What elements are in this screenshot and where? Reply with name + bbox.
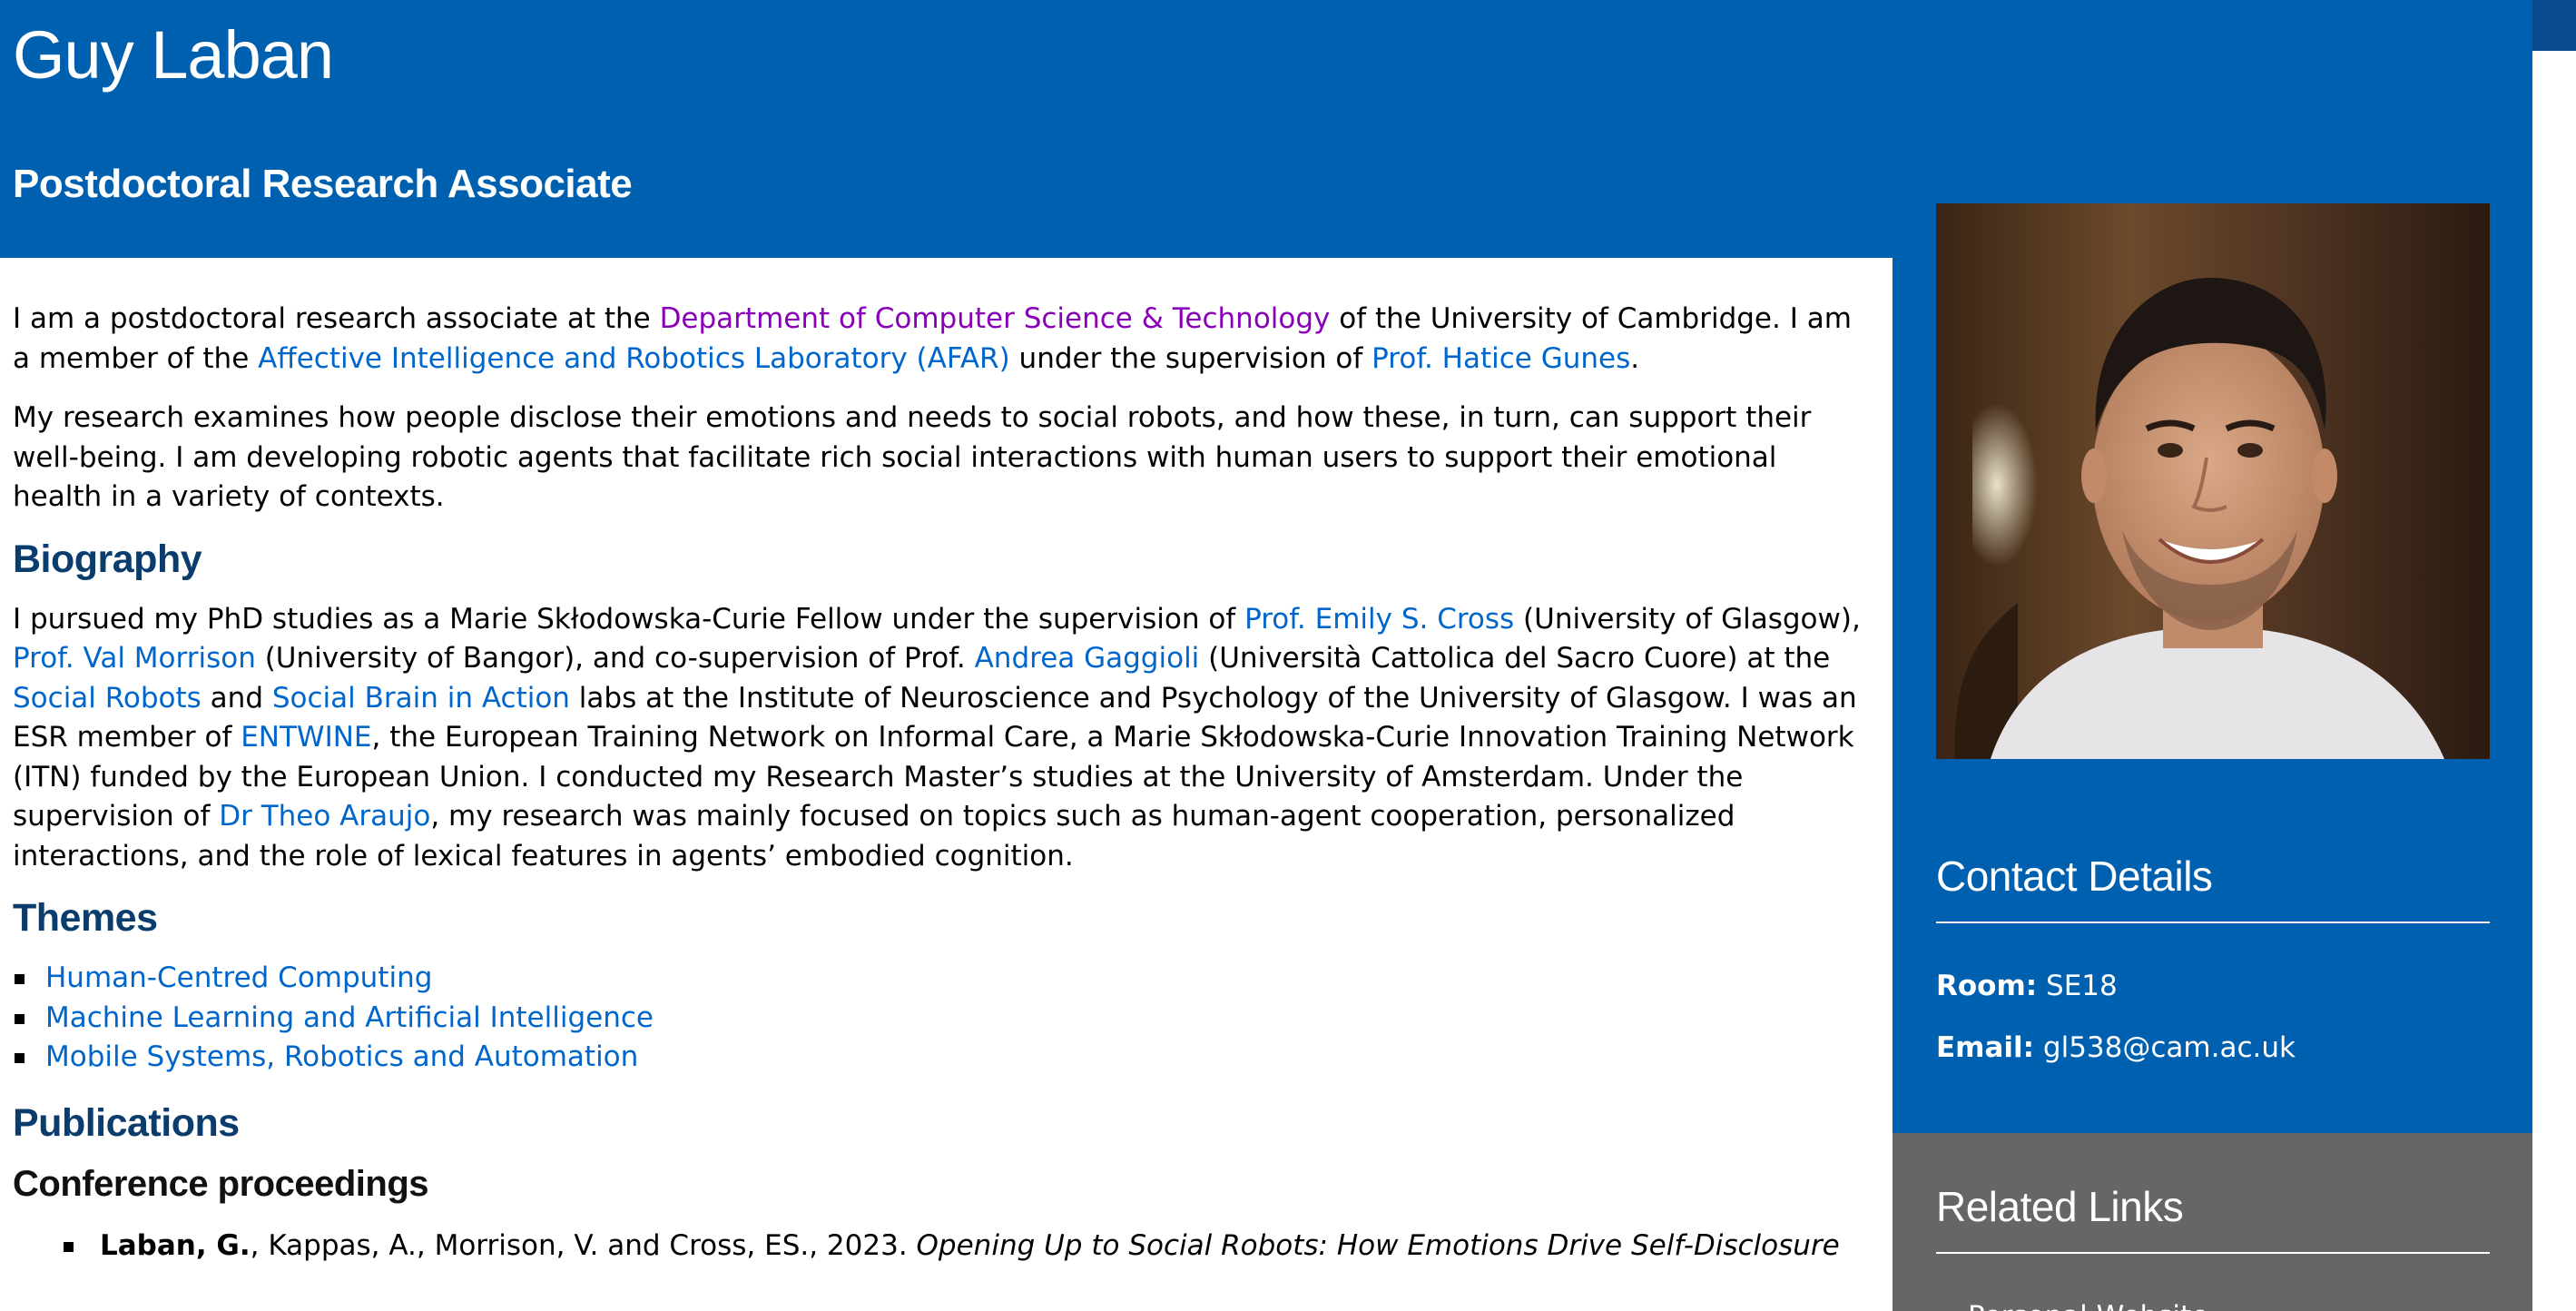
profile-photo (1936, 203, 2490, 759)
link-entwine[interactable]: ENTWINE (241, 721, 371, 754)
link-andrea-gaggioli[interactable]: Andrea Gaggioli (975, 642, 1200, 675)
room-value: SE18 (2037, 970, 2118, 1002)
job-title: Postdoctoral Research Associate (13, 162, 633, 206)
contact-divider (1936, 922, 2490, 923)
publications-list: Laban, G., Kappas, A., Morrison, V. and … (13, 1227, 1864, 1267)
intro-paragraph-2: My research examines how people disclose… (13, 401, 1812, 513)
link-afar-lab[interactable]: Affective Intelligence and Robotics Labo… (258, 342, 1010, 375)
email-line: Email: gl538@cam.ac.uk (1936, 1031, 2296, 1064)
room-label: Room: (1936, 970, 2038, 1002)
link-val-morrison[interactable]: Prof. Val Morrison (13, 642, 256, 675)
room-line: Room: SE18 (1936, 970, 2118, 1002)
conference-proceedings-heading: Conference proceedings (13, 1163, 429, 1204)
related-link-personal-website[interactable]: Personal Website (1968, 1300, 2208, 1311)
publication-author: Laban, G. (100, 1228, 251, 1262)
related-links-heading: Related Links (1936, 1183, 2184, 1230)
email-value[interactable]: gl538@cam.ac.uk (2034, 1031, 2296, 1064)
window-edge (2532, 0, 2576, 1311)
publication-item: Laban, G., Kappas, A., Morrison, V. and … (13, 1227, 1864, 1267)
publications-heading: Publications (13, 1100, 240, 1145)
related-links-divider (1936, 1252, 2490, 1254)
themes-heading: Themes (13, 896, 158, 940)
email-label: Email: (1936, 1031, 2035, 1064)
link-social-brain-in-action[interactable]: Social Brain in Action (272, 682, 570, 715)
main-content: I am a postdoctoral research associate a… (13, 300, 1864, 1266)
contact-details-heading: Contact Details (1936, 853, 2213, 900)
intro-paragraph-1: I am a postdoctoral research associate a… (13, 302, 1852, 375)
theme-link[interactable]: Machine Learning and Artificial Intellig… (45, 1001, 654, 1034)
theme-link[interactable]: Human-Centred Computing (45, 961, 432, 994)
theme-link[interactable]: Mobile Systems, Robotics and Automation (45, 1040, 638, 1073)
list-item: Human-Centred Computing (13, 959, 1864, 999)
list-item: Mobile Systems, Robotics and Automation (13, 1038, 1864, 1078)
link-theo-araujo[interactable]: Dr Theo Araujo (219, 800, 430, 833)
biography-heading: Biography (13, 537, 202, 581)
link-department-cst[interactable]: Department of Computer Science & Technol… (660, 302, 1331, 335)
link-hatice-gunes[interactable]: Prof. Hatice Gunes (1372, 342, 1630, 375)
list-item: Machine Learning and Artificial Intellig… (13, 999, 1864, 1039)
window-edge-tab (2532, 0, 2576, 51)
publication-title: Opening Up to Social Robots: How Emotion… (916, 1228, 1840, 1262)
biography-paragraph: I pursued my PhD studies as a Marie Skło… (13, 602, 1861, 872)
link-social-robots[interactable]: Social Robots (13, 682, 202, 715)
themes-list: Human-Centred Computing Machine Learning… (13, 959, 1864, 1078)
link-emily-cross[interactable]: Prof. Emily S. Cross (1244, 603, 1514, 636)
person-name: Guy Laban (13, 17, 334, 93)
